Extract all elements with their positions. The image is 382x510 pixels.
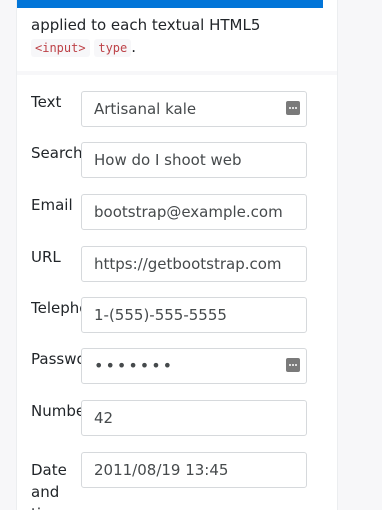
label-password: Password bbox=[31, 350, 81, 368]
number-input-value: 42 bbox=[94, 409, 114, 427]
accent-bar bbox=[17, 0, 323, 8]
label-text: Text bbox=[31, 93, 62, 111]
code-input-tag: <input> bbox=[31, 39, 90, 57]
url-input[interactable]: https://getbootstrap.com bbox=[81, 246, 307, 282]
text-input[interactable]: Artisanal kale bbox=[81, 91, 307, 127]
form-row-email: Email bootstrap@example.com bbox=[31, 194, 323, 232]
form-row-url: URL https://getbootstrap.com bbox=[31, 246, 323, 284]
email-input[interactable]: bootstrap@example.com bbox=[81, 194, 307, 230]
datetime-input-value: 2011/08/19 13:45 bbox=[94, 461, 229, 479]
search-input[interactable]: How do I shoot web bbox=[81, 142, 307, 178]
password-input[interactable]: ••••••• bbox=[81, 348, 307, 384]
form-row-text: Text Artisanal kale bbox=[31, 91, 323, 129]
kebab-menu-icon[interactable] bbox=[286, 101, 300, 115]
code-type-attr: type bbox=[94, 39, 132, 57]
intro-line: applied to each textual HTML5 bbox=[31, 16, 261, 34]
telephone-input[interactable]: 1-(555)-555-5555 bbox=[81, 297, 307, 333]
search-input-value: How do I shoot web bbox=[94, 151, 242, 169]
label-datetime: Date and time bbox=[31, 461, 67, 510]
form-row-search: Search How do I shoot web bbox=[31, 142, 323, 180]
url-input-value: https://getbootstrap.com bbox=[94, 255, 282, 273]
label-search: Search bbox=[31, 144, 81, 162]
form-row-telephone: Telephone 1-(555)-555-5555 bbox=[31, 297, 323, 335]
number-input[interactable]: 42 bbox=[81, 400, 307, 436]
telephone-input-value: 1-(555)-555-5555 bbox=[94, 306, 227, 324]
label-email: Email bbox=[31, 196, 73, 214]
datetime-input[interactable]: 2011/08/19 13:45 bbox=[81, 452, 307, 488]
form-row-datetime: Date and time 2011/08/19 13:45 bbox=[31, 452, 323, 510]
form-row-number: Number 42 bbox=[31, 400, 323, 438]
label-telephone: Telephone bbox=[31, 299, 81, 317]
form-row-password: Password ••••••• bbox=[31, 348, 323, 386]
intro-suffix: . bbox=[131, 38, 137, 56]
demo-card: applied to each textual HTML5 <input> ty… bbox=[16, 0, 338, 510]
section-divider bbox=[17, 71, 337, 75]
text-input-value: Artisanal kale bbox=[94, 100, 197, 118]
intro-text: applied to each textual HTML5 <input> ty… bbox=[31, 14, 331, 59]
email-input-value: bootstrap@example.com bbox=[94, 203, 283, 221]
label-number: Number bbox=[31, 402, 81, 420]
kebab-menu-icon[interactable] bbox=[286, 358, 300, 372]
label-url: URL bbox=[31, 248, 61, 266]
intro-codes: <input> type. bbox=[31, 36, 331, 59]
password-input-value: ••••••• bbox=[94, 356, 175, 375]
